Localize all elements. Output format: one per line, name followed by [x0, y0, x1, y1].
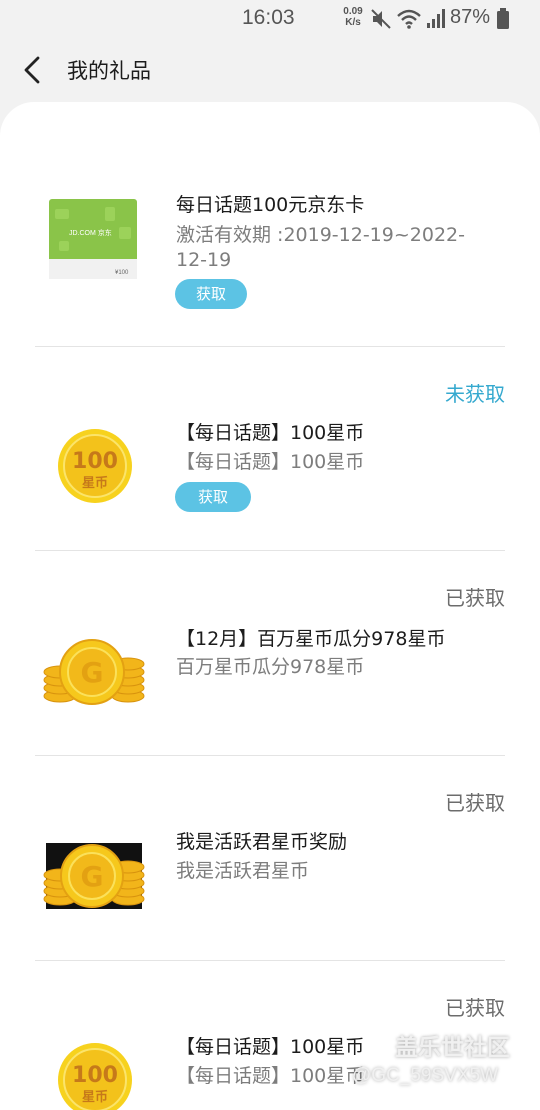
status-label: 未获取: [445, 382, 505, 406]
gift-description: 激活有效期 :2019-12-19~2022-12-19: [176, 224, 465, 271]
gift-description: 百万星币瓜分978星币: [176, 656, 365, 678]
jd-card-brand: JD.COM 京东: [69, 228, 112, 237]
gold-coins-image: G: [43, 639, 145, 705]
gift-description: 【每日话题】100星币: [176, 451, 365, 473]
claim-button[interactable]: 获取: [175, 482, 251, 512]
status-label: 已获取: [445, 791, 505, 815]
jd-card-value: ¥100: [115, 270, 129, 276]
status-bar: 16:03 0.09 K/s 87%: [0, 0, 540, 38]
coin-value: 100: [72, 449, 118, 474]
net-speed-unit: K/s: [345, 17, 361, 28]
page-title: 我的礼品: [67, 59, 151, 83]
net-speed-value: 0.09: [343, 6, 363, 17]
coin-unit: 星币: [82, 1090, 108, 1105]
status-label: 已获取: [445, 586, 505, 610]
coin-letter: G: [81, 656, 104, 689]
battery-icon: [497, 8, 509, 29]
coin-letter: G: [81, 860, 104, 893]
watermark-brand: 盖乐世社区: [395, 1035, 510, 1061]
chevron-left-icon: [24, 56, 40, 84]
claim-button[interactable]: 获取: [175, 279, 247, 309]
coin-unit: 星币: [82, 476, 108, 491]
gift-item[interactable]: 未获取 100 星币 【每日话题】100星币 【每日话题】100星币 获取: [0, 346, 540, 551]
coin-value: 100: [72, 1063, 118, 1088]
net-speed: 0.09 K/s: [341, 6, 365, 28]
gift-description: 我是活跃君星币: [176, 860, 310, 882]
status-time: 16:03: [242, 6, 295, 29]
gift-item[interactable]: 已获取 G 我是活跃君星币奖励 我是活跃君星币: [0, 755, 540, 960]
status-label: 已获取: [445, 996, 505, 1020]
watermark-user: @GC_59SVX5W: [352, 1065, 499, 1086]
gift-title: 我是活跃君星币奖励: [176, 831, 348, 853]
gift-item[interactable]: JD.COM 京东 ¥100 每日话题100元京东卡 激活有效期 :2019-1…: [0, 142, 540, 347]
gift-title: 【12月】百万星币瓜分978星币: [176, 628, 446, 650]
battery-percent: 87%: [450, 6, 491, 28]
back-button[interactable]: [14, 50, 54, 90]
gift-list: JD.COM 京东 ¥100 每日话题100元京东卡 激活有效期 :2019-1…: [0, 102, 540, 1110]
gift-title: 【每日话题】100星币: [176, 1036, 365, 1058]
mute-icon: [371, 9, 391, 29]
gift-item[interactable]: 已获取 G 【12月】百万星币瓜分978星币 百万星币瓜分978星币: [0, 550, 540, 755]
gift-title: 【每日话题】100星币: [176, 422, 365, 444]
jd-gift-card-image: JD.COM 京东 ¥100: [49, 199, 137, 279]
100-coin-image: 100 星币: [58, 1043, 132, 1110]
100-coin-image: 100 星币: [58, 429, 132, 503]
wifi-icon: [397, 9, 421, 29]
gift-title: 每日话题100元京东卡: [176, 194, 365, 216]
app-header: 我的礼品: [0, 38, 540, 102]
signal-icon: [427, 9, 445, 28]
gold-coins-image: G: [43, 843, 145, 909]
